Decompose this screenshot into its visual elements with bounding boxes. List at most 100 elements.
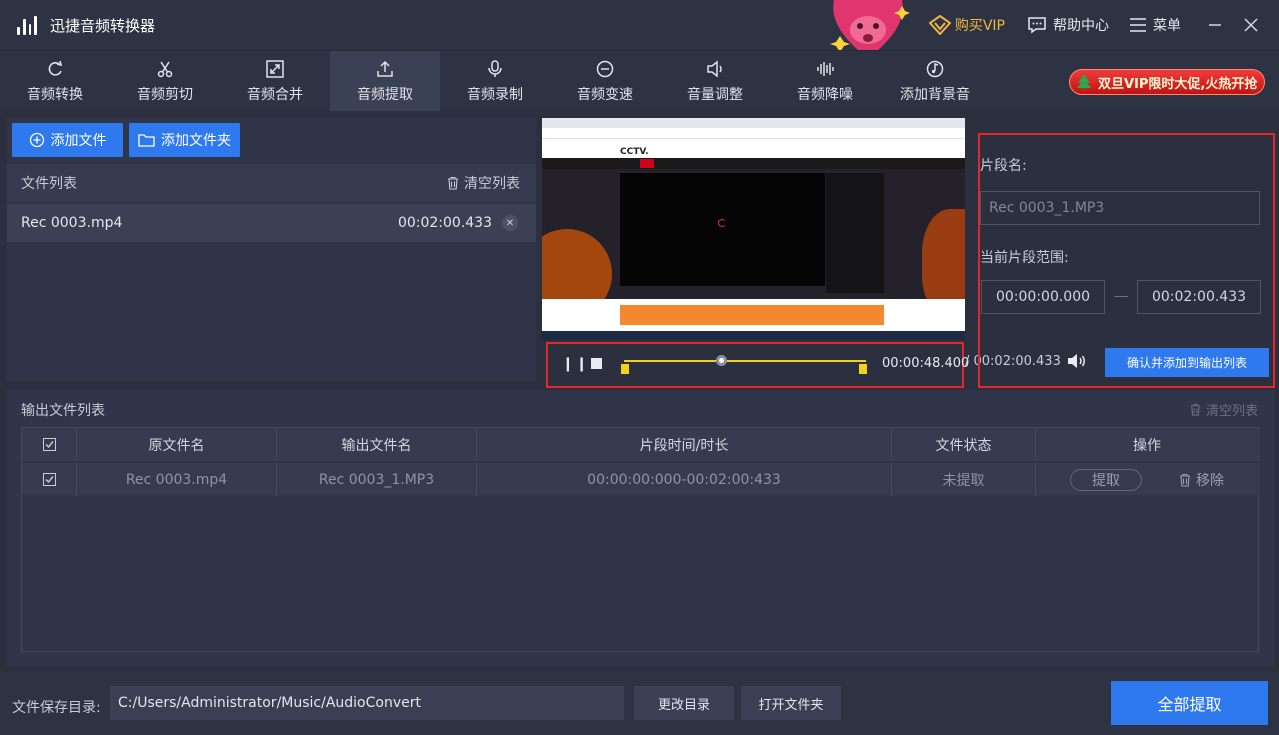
file-list-panel: 添加文件 添加文件夹 文件列表 清空列表 Rec 0003.mp4 00:02:… xyxy=(7,118,536,382)
add-file-label: 添加文件 xyxy=(50,133,107,149)
output-table: 原文件名 输出文件名 片段时间/时长 文件状态 操作 Rec 0003.mp4 … xyxy=(21,427,1260,652)
music-note-icon xyxy=(926,60,944,77)
tab-label: 音频合并 xyxy=(247,86,303,103)
tab-audio-convert[interactable]: 音频转换 xyxy=(0,51,110,111)
help-center-label: 帮助中心 xyxy=(1053,18,1109,34)
preview-logo: CCTV. xyxy=(620,147,649,157)
checkmark-icon xyxy=(45,441,54,449)
buy-vip-button[interactable]: 购买VIP xyxy=(928,15,1005,35)
segment-range-label: 当前片段范围: xyxy=(980,250,1069,266)
tab-audio-extract[interactable]: 音频提取 xyxy=(330,51,440,111)
promo-label: 双旦VIP限时大促,火热开抢 xyxy=(1098,76,1258,92)
extract-button[interactable]: 提取 xyxy=(1070,468,1142,491)
plus-circle-icon xyxy=(29,132,44,148)
select-all-cell xyxy=(22,428,77,461)
extract-all-button[interactable]: 全部提取 xyxy=(1111,681,1268,725)
tab-label: 音频剪切 xyxy=(137,86,193,103)
remove-file-icon[interactable]: ✕ xyxy=(502,215,518,231)
header-output-name: 输出文件名 xyxy=(277,428,477,461)
speed-icon xyxy=(596,60,614,77)
row-checkbox[interactable] xyxy=(42,473,56,486)
header-original-name: 原文件名 xyxy=(77,428,277,461)
segment-start-input[interactable]: 00:00:00.000 xyxy=(981,280,1105,314)
file-list-title: 文件列表 xyxy=(21,176,77,192)
close-button[interactable] xyxy=(1237,11,1265,39)
minimize-icon xyxy=(1209,24,1221,26)
help-center-button[interactable]: 帮助中心 xyxy=(1027,15,1109,35)
hamburger-icon xyxy=(1130,18,1146,32)
trash-icon xyxy=(1180,473,1190,487)
output-list-title: 输出文件列表 xyxy=(21,403,105,419)
minimize-button[interactable] xyxy=(1201,11,1229,39)
scissors-icon xyxy=(157,61,173,77)
row-select-cell xyxy=(22,463,77,496)
add-folder-button[interactable]: 添加文件夹 xyxy=(129,123,240,157)
chat-bubble-icon xyxy=(1028,17,1046,34)
open-folder-button[interactable]: 打开文件夹 xyxy=(741,686,841,720)
tab-label: 音频变速 xyxy=(577,86,633,103)
upload-icon xyxy=(377,60,393,77)
buy-vip-label: 购买VIP xyxy=(954,18,1005,34)
change-dir-button[interactable]: 更改目录 xyxy=(634,686,734,720)
clear-output-button[interactable]: 清空列表 xyxy=(1189,400,1258,419)
file-list-item[interactable]: Rec 0003.mp4 00:02:00.433 ✕ xyxy=(7,204,536,242)
refresh-icon xyxy=(48,60,63,76)
table-row: Rec 0003.mp4 Rec 0003_1.MP3 00:00:00:000… xyxy=(22,462,1260,496)
trim-start-handle[interactable] xyxy=(621,364,629,374)
segment-name-label: 片段名: xyxy=(980,158,1027,174)
trim-track[interactable] xyxy=(624,360,866,362)
remove-button[interactable]: 移除 xyxy=(1178,470,1224,490)
trim-end-handle[interactable] xyxy=(859,364,867,374)
table-header: 原文件名 输出文件名 片段时间/时长 文件状态 操作 xyxy=(22,428,1260,461)
player-controls: ❙❙ 00:00:48.400 xyxy=(546,342,969,388)
playhead-knob[interactable] xyxy=(716,355,728,366)
file-duration: 00:02:00.433 xyxy=(397,215,492,231)
tab-label: 添加背景音 xyxy=(900,86,970,103)
trash-icon xyxy=(1190,403,1201,416)
add-file-button[interactable]: 添加文件 xyxy=(12,123,123,157)
current-time: 00:00:48.400 xyxy=(882,356,970,371)
tab-label: 音频提取 xyxy=(357,86,413,103)
tab-add-background-music[interactable]: 添加背景音 xyxy=(880,51,990,111)
menu-label: 菜单 xyxy=(1153,18,1181,34)
row-actions: 提取 移除 xyxy=(1036,463,1258,496)
vip-diamond-icon xyxy=(928,15,951,35)
header-segment-time: 片段时间/时长 xyxy=(477,428,892,461)
app-title: 迅捷音频转换器 xyxy=(50,16,156,35)
volume-icon xyxy=(707,59,722,78)
stop-icon[interactable] xyxy=(591,358,602,369)
segment-end-input[interactable]: 00:02:00.433 xyxy=(1137,280,1261,314)
tab-label: 音频录制 xyxy=(467,86,523,103)
segment-settings: 片段名: Rec 0003_1.MP3 当前片段范围: 00:00:00.000… xyxy=(978,133,1275,388)
row-output-name: Rec 0003_1.MP3 xyxy=(277,463,477,496)
clear-list-button[interactable]: 清空列表 xyxy=(446,173,520,193)
menu-button[interactable]: 菜单 xyxy=(1129,15,1181,35)
save-dir-label: 文件保存目录: xyxy=(12,700,101,716)
row-status: 未提取 xyxy=(892,463,1036,496)
tab-label: 音频降噪 xyxy=(797,86,853,103)
folder-icon xyxy=(138,133,155,147)
output-file-panel: 输出文件列表 清空列表 原文件名 输出文件名 片段时间/时长 文件状态 操作 R… xyxy=(7,390,1274,666)
promo-banner[interactable]: 双旦VIP限时大促,火热开抢 xyxy=(1069,69,1265,95)
tab-label: 音量调整 xyxy=(687,86,743,103)
file-list-header: 文件列表 清空列表 xyxy=(7,164,536,202)
trash-icon xyxy=(448,176,458,190)
select-all-checkbox[interactable] xyxy=(42,438,56,451)
add-folder-label: 添加文件夹 xyxy=(161,133,231,149)
tab-audio-merge[interactable]: 音频合并 xyxy=(220,51,330,111)
file-name: Rec 0003.mp4 xyxy=(21,215,123,231)
save-path-input[interactable]: C:/Users/Administrator/Music/AudioConver… xyxy=(110,686,624,720)
tab-volume-adjust[interactable]: 音量调整 xyxy=(660,51,770,111)
tab-noise-reduction[interactable]: 音频降噪 xyxy=(770,51,880,111)
pause-icon[interactable]: ❙❙ xyxy=(562,356,589,372)
tab-audio-cut[interactable]: 音频剪切 xyxy=(110,51,220,111)
tab-audio-record[interactable]: 音频录制 xyxy=(440,51,550,111)
function-nav: 音频转换 音频剪切 音频合并 音频提取 音频录制 音频变速 音量调整 音频降噪 … xyxy=(0,50,1279,111)
christmas-tree-icon xyxy=(1077,74,1091,91)
title-bar: 迅捷音频转换器 购买VIP 帮助中心 菜单 xyxy=(0,0,1279,58)
header-status: 文件状态 xyxy=(892,428,1036,461)
tab-audio-speed[interactable]: 音频变速 xyxy=(550,51,660,111)
waveform-icon xyxy=(817,61,834,76)
segment-name-input[interactable]: Rec 0003_1.MP3 xyxy=(980,191,1260,225)
close-icon xyxy=(1244,18,1258,32)
